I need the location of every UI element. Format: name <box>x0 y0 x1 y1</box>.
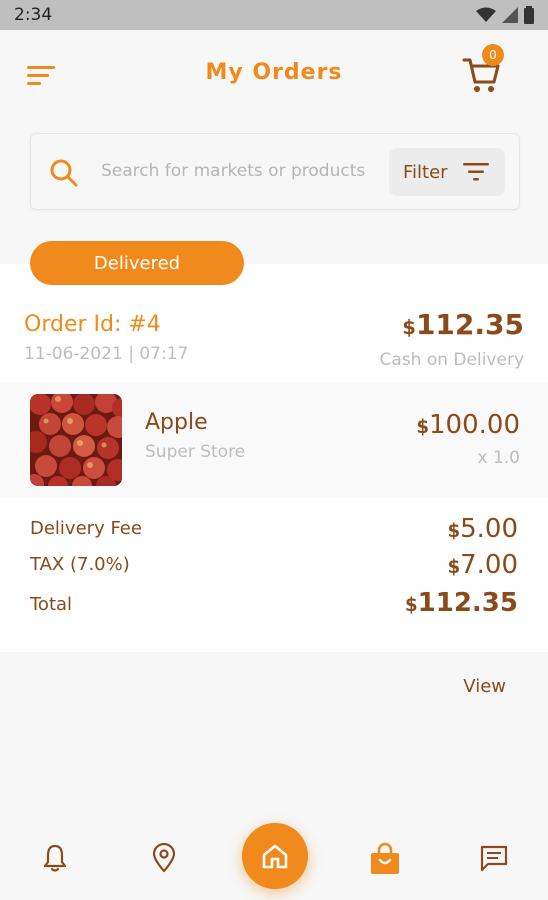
search-icon <box>50 159 78 187</box>
tax-value: $7.00 <box>447 550 518 580</box>
cart-count-badge: 0 <box>482 44 504 66</box>
shopping-bag-icon <box>371 842 399 874</box>
bottom-navigation <box>0 810 548 900</box>
total-amount: 112.35 <box>417 588 518 618</box>
filter-button[interactable]: Filter <box>389 148 505 196</box>
map-pin-icon <box>152 842 176 873</box>
delivery-fee-value: $5.00 <box>447 514 518 544</box>
chat-icon <box>480 845 508 872</box>
product-name: Apple <box>145 410 208 435</box>
delivery-fee-currency: $ <box>447 521 461 542</box>
nav-messages[interactable] <box>478 842 510 874</box>
bell-icon <box>43 844 67 872</box>
app-header: My Orders <box>0 30 548 120</box>
order-total-amount: 112.35 <box>415 308 524 341</box>
order-total-currency: $ <box>402 316 416 339</box>
home-icon <box>262 844 288 869</box>
search-input[interactable]: Search for markets or products <box>101 161 365 181</box>
delivery-fee-label: Delivery Fee <box>30 518 142 539</box>
search-bar[interactable]: Search for markets or products Filter <box>30 133 520 210</box>
product-quantity: x 1.0 <box>477 448 521 468</box>
order-item-row: Apple Super Store $100.00 x 1.0 <box>0 382 548 498</box>
payment-method: Cash on Delivery <box>379 350 524 370</box>
product-store: Super Store <box>145 442 246 462</box>
total-label: Total <box>30 594 73 615</box>
filter-icon <box>463 163 489 181</box>
nav-notifications[interactable] <box>39 842 71 874</box>
total-value: $112.35 <box>405 588 518 618</box>
wifi-icon <box>476 7 496 22</box>
order-id: Order Id: #4 <box>24 312 161 337</box>
product-price-amount: 100.00 <box>429 410 520 440</box>
delivery-fee-amount: 5.00 <box>460 514 518 544</box>
status-icons <box>476 6 534 24</box>
product-price-currency: $ <box>416 417 430 438</box>
total-currency: $ <box>405 595 418 616</box>
product-price: $100.00 <box>416 410 520 440</box>
order-status-badge[interactable]: Delivered <box>30 241 244 285</box>
battery-icon <box>524 6 534 24</box>
status-time: 2:34 <box>14 5 53 25</box>
tax-label: TAX (7.0%) <box>30 554 130 575</box>
view-order-link[interactable]: View <box>463 676 506 697</box>
order-total: $112.35 <box>402 308 524 341</box>
nav-home[interactable] <box>242 823 308 889</box>
order-date: 11-06-2021 | 07:17 <box>24 344 189 364</box>
status-bar: 2:34 <box>0 0 548 30</box>
nav-orders[interactable] <box>368 842 400 874</box>
product-image <box>30 394 122 486</box>
tax-amount: 7.00 <box>460 550 518 580</box>
order-card[interactable]: Order Id: #4 11-06-2021 | 07:17 $112.35 … <box>0 264 548 652</box>
signal-icon <box>502 7 518 23</box>
filter-label: Filter <box>403 161 448 183</box>
tax-currency: $ <box>447 557 461 578</box>
nav-locations[interactable] <box>148 842 180 874</box>
